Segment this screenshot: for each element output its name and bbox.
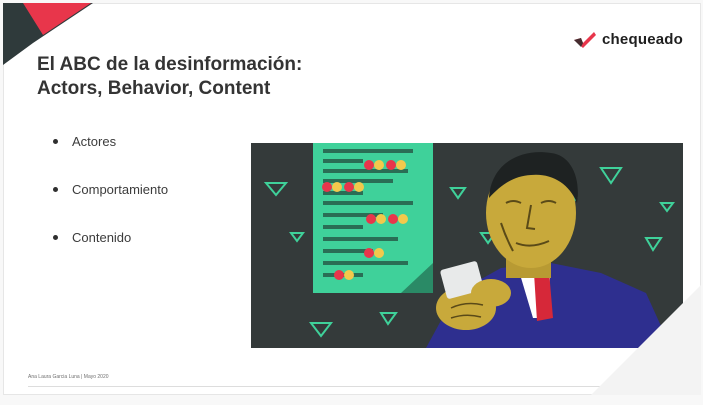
chequeado-logo: chequeado (574, 31, 683, 48)
bullet-dot-icon (53, 138, 58, 144)
bullet-item-comportamiento: Comportamiento (53, 177, 168, 201)
bullet-dot-icon (53, 234, 58, 240)
bullet-dot-icon (53, 186, 58, 192)
screen-frame: chequeado El ABC de la desinformación: A… (0, 0, 703, 405)
bullet-item-actores: Actores (53, 129, 168, 153)
bullet-text: Comportamiento (72, 181, 169, 197)
bullet-list: Actores Comportamiento Contenido (53, 129, 168, 273)
presentation-slide: chequeado El ABC de la desinformación: A… (3, 3, 701, 395)
bullet-text: Contenido (72, 229, 132, 245)
slide-footer: Ana Laura Garcia Luna | Mayo 2020 (28, 374, 109, 380)
bullet-item-contenido: Contenido (53, 225, 168, 249)
logo-text: chequeado (602, 31, 683, 48)
title-line-1: El ABC de la desinformación: (37, 54, 303, 75)
bullet-text: Actores (72, 133, 117, 149)
bottom-right-decoration (591, 285, 701, 395)
chequeado-check-icon (574, 31, 597, 48)
title-line-2: Actors, Behavior, Content (37, 78, 271, 99)
slide-title: El ABC de la desinformación: Actors, Beh… (37, 53, 457, 101)
